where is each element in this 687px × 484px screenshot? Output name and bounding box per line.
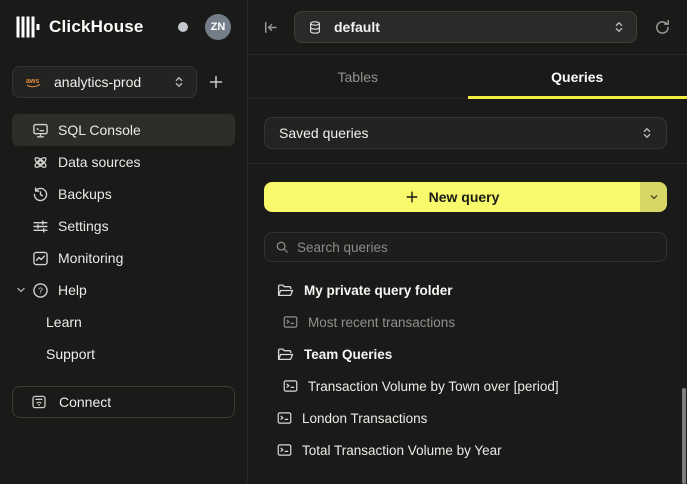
sidebar-item-support[interactable]: Support bbox=[0, 338, 247, 370]
query-list-section: New query bbox=[248, 164, 687, 466]
search-box bbox=[264, 232, 667, 262]
sidebar-nav: SQL Console Data sources Backups bbox=[0, 114, 247, 370]
org-selector-value: analytics-prod bbox=[54, 74, 162, 90]
sidebar-item-label: Backups bbox=[58, 186, 112, 202]
query-row[interactable]: Transaction Volume by Town over [period] bbox=[264, 370, 667, 402]
brand-row: ClickHouse ZN bbox=[0, 0, 247, 40]
add-service-button[interactable] bbox=[197, 66, 235, 98]
plus-icon bbox=[405, 190, 419, 204]
database-icon bbox=[308, 20, 322, 35]
query-folder-row[interactable]: My private query folder bbox=[264, 274, 667, 306]
query-label: London Transactions bbox=[302, 411, 427, 426]
query-folder-row[interactable]: Team Queries bbox=[264, 338, 667, 370]
query-terminal-icon bbox=[277, 411, 292, 425]
sidebar-item-learn[interactable]: Learn bbox=[0, 306, 247, 338]
query-terminal-icon bbox=[283, 379, 298, 393]
connect-button-label: Connect bbox=[59, 394, 111, 410]
panel-toolbar: default bbox=[248, 0, 687, 55]
console-icon bbox=[32, 122, 49, 139]
sidebar-item-backups[interactable]: Backups bbox=[12, 178, 235, 210]
sidebar-item-sql-console[interactable]: SQL Console bbox=[12, 114, 235, 146]
svg-text:?: ? bbox=[38, 285, 43, 295]
scrollbar-thumb[interactable] bbox=[682, 388, 686, 484]
database-selector[interactable]: default bbox=[294, 11, 637, 43]
saved-queries-selector[interactable]: Saved queries bbox=[264, 117, 667, 149]
sidebar-item-label: Data sources bbox=[58, 154, 140, 170]
query-row[interactable]: London Transactions bbox=[264, 402, 667, 434]
query-row[interactable]: Most recent transactions bbox=[264, 306, 667, 338]
chevron-updown-icon bbox=[612, 20, 626, 34]
clickhouse-logo-icon bbox=[16, 15, 40, 39]
search-icon bbox=[275, 240, 289, 254]
saved-queries-section: Saved queries bbox=[248, 99, 687, 163]
svg-text:aws: aws bbox=[26, 78, 39, 85]
settings-sliders-icon bbox=[32, 218, 49, 235]
backups-icon bbox=[32, 186, 49, 203]
sidebar-item-label: Monitoring bbox=[58, 250, 123, 266]
query-label: Transaction Volume by Town over [period] bbox=[308, 379, 559, 394]
sidebar-item-label: Help bbox=[58, 282, 87, 298]
org-selector[interactable]: aws analytics-prod bbox=[12, 66, 197, 98]
chevron-updown-icon bbox=[640, 126, 654, 140]
sidebar-item-monitoring[interactable]: Monitoring bbox=[12, 242, 235, 274]
monitoring-icon bbox=[32, 250, 49, 267]
folder-open-icon bbox=[277, 283, 294, 298]
query-tree: My private query folder Most recent tran… bbox=[264, 274, 667, 466]
new-query-main[interactable]: New query bbox=[264, 182, 640, 212]
collapse-panel-icon[interactable] bbox=[262, 19, 279, 36]
status-dot bbox=[178, 22, 188, 32]
connect-button[interactable]: Connect bbox=[12, 386, 235, 418]
refresh-icon[interactable] bbox=[654, 19, 671, 36]
query-terminal-icon bbox=[283, 315, 298, 329]
folder-open-icon bbox=[277, 347, 294, 362]
chevron-down-icon bbox=[648, 191, 660, 203]
query-label: Total Transaction Volume by Year bbox=[302, 443, 502, 458]
sidebar-item-label: Settings bbox=[58, 218, 109, 234]
sidebar-spacer bbox=[0, 370, 247, 386]
query-folder-label: My private query folder bbox=[304, 283, 453, 298]
sidebar-item-settings[interactable]: Settings bbox=[12, 210, 235, 242]
new-query-label: New query bbox=[429, 189, 500, 205]
connect-icon bbox=[31, 394, 47, 410]
queries-panel: default Tables Queries Saved queries bbox=[248, 0, 687, 482]
help-icon: ? bbox=[32, 282, 49, 299]
tab-bar: Tables Queries bbox=[248, 55, 687, 99]
tab-tables[interactable]: Tables bbox=[248, 55, 468, 98]
query-terminal-icon bbox=[277, 443, 292, 457]
sidebar-item-data-sources[interactable]: Data sources bbox=[12, 146, 235, 178]
database-selector-value: default bbox=[334, 19, 612, 35]
aws-icon: aws bbox=[25, 76, 42, 89]
query-label: Most recent transactions bbox=[308, 315, 455, 330]
sidebar: ClickHouse ZN aws analytics-prod bbox=[0, 0, 248, 482]
chevron-down-icon[interactable] bbox=[16, 285, 26, 295]
sidebar-item-help[interactable]: ? Help bbox=[12, 274, 235, 306]
avatar[interactable]: ZN bbox=[205, 14, 231, 40]
data-sources-icon bbox=[32, 154, 49, 171]
org-row: aws analytics-prod bbox=[12, 66, 235, 98]
search-input[interactable] bbox=[297, 240, 656, 255]
query-row[interactable]: Total Transaction Volume by Year bbox=[264, 434, 667, 466]
saved-queries-selector-value: Saved queries bbox=[279, 125, 640, 141]
brand-title: ClickHouse bbox=[49, 17, 144, 37]
query-folder-label: Team Queries bbox=[304, 347, 392, 362]
new-query-button[interactable]: New query bbox=[264, 182, 667, 212]
sidebar-item-label: SQL Console bbox=[58, 122, 141, 138]
new-query-dropdown[interactable] bbox=[640, 182, 667, 212]
chevron-updown-icon bbox=[172, 75, 186, 89]
tab-queries[interactable]: Queries bbox=[468, 55, 687, 98]
